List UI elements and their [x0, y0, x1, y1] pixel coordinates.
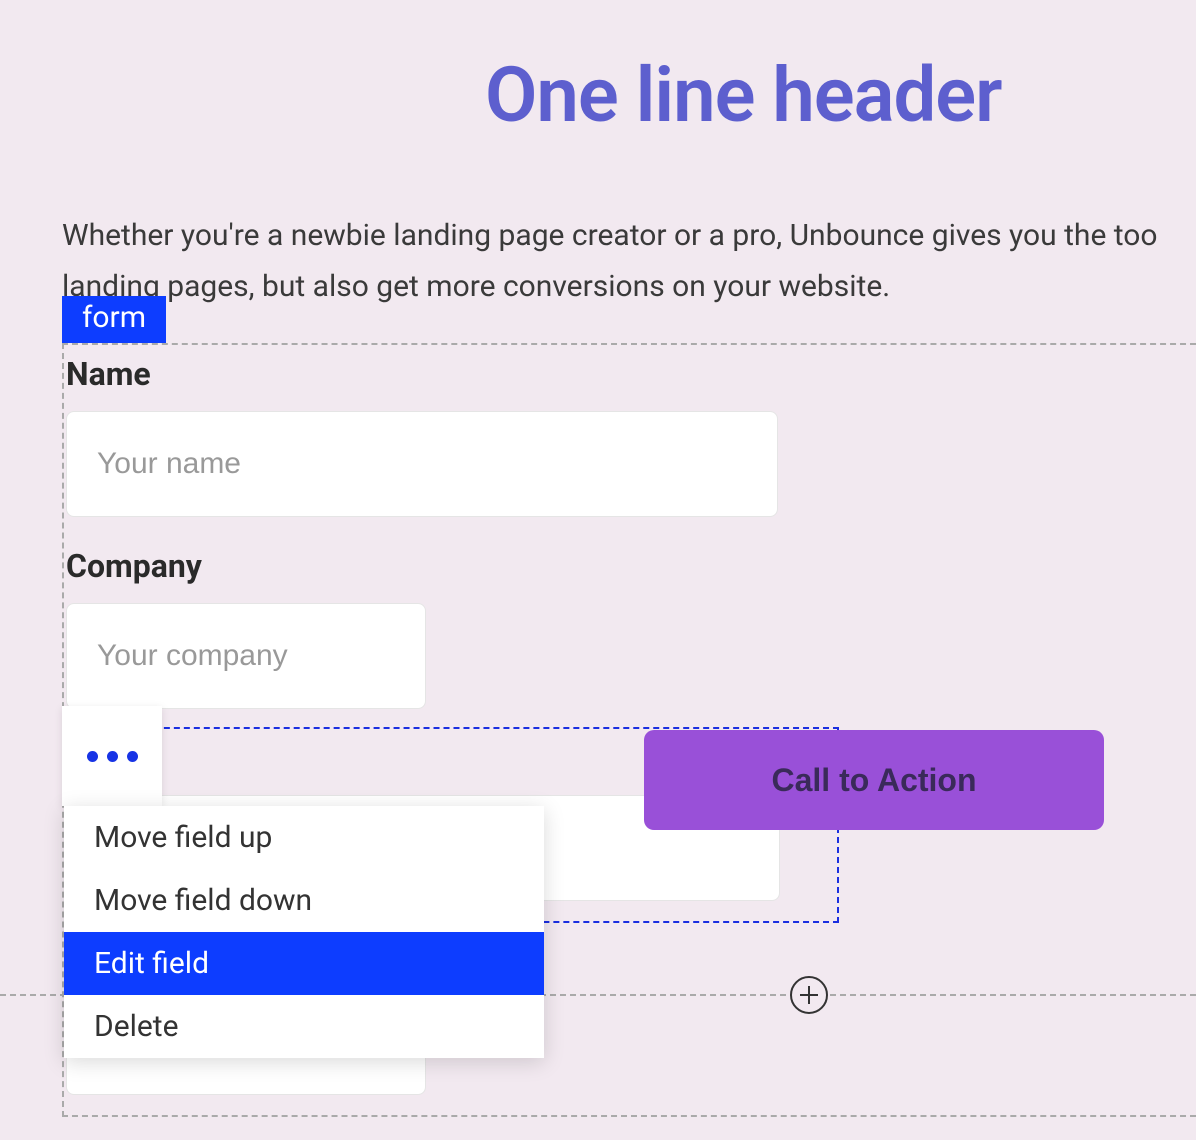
name-input[interactable] [66, 411, 778, 517]
field-label-name: Name [64, 355, 839, 393]
field-label-company: Company [64, 547, 839, 585]
menu-item-move-down[interactable]: Move field down [64, 869, 544, 932]
add-section-button[interactable] [790, 976, 828, 1014]
cta-button[interactable]: Call to Action [644, 730, 1104, 830]
menu-item-edit[interactable]: Edit field [64, 932, 544, 995]
menu-item-delete[interactable]: Delete [64, 995, 544, 1058]
field-group-company[interactable]: Company [64, 537, 839, 729]
more-options-button[interactable] [62, 706, 162, 806]
menu-item-move-up[interactable]: Move field up [64, 806, 544, 869]
more-dots-icon [87, 751, 98, 762]
page-title: One line header [0, 0, 1196, 140]
company-input[interactable] [66, 603, 426, 709]
form-badge[interactable]: form [62, 296, 166, 343]
description-text: Whether you're a newbie landing page cre… [0, 140, 1196, 312]
context-menu: Move field up Move field down Edit field… [64, 806, 544, 1058]
field-group-name[interactable]: Name [64, 345, 839, 537]
